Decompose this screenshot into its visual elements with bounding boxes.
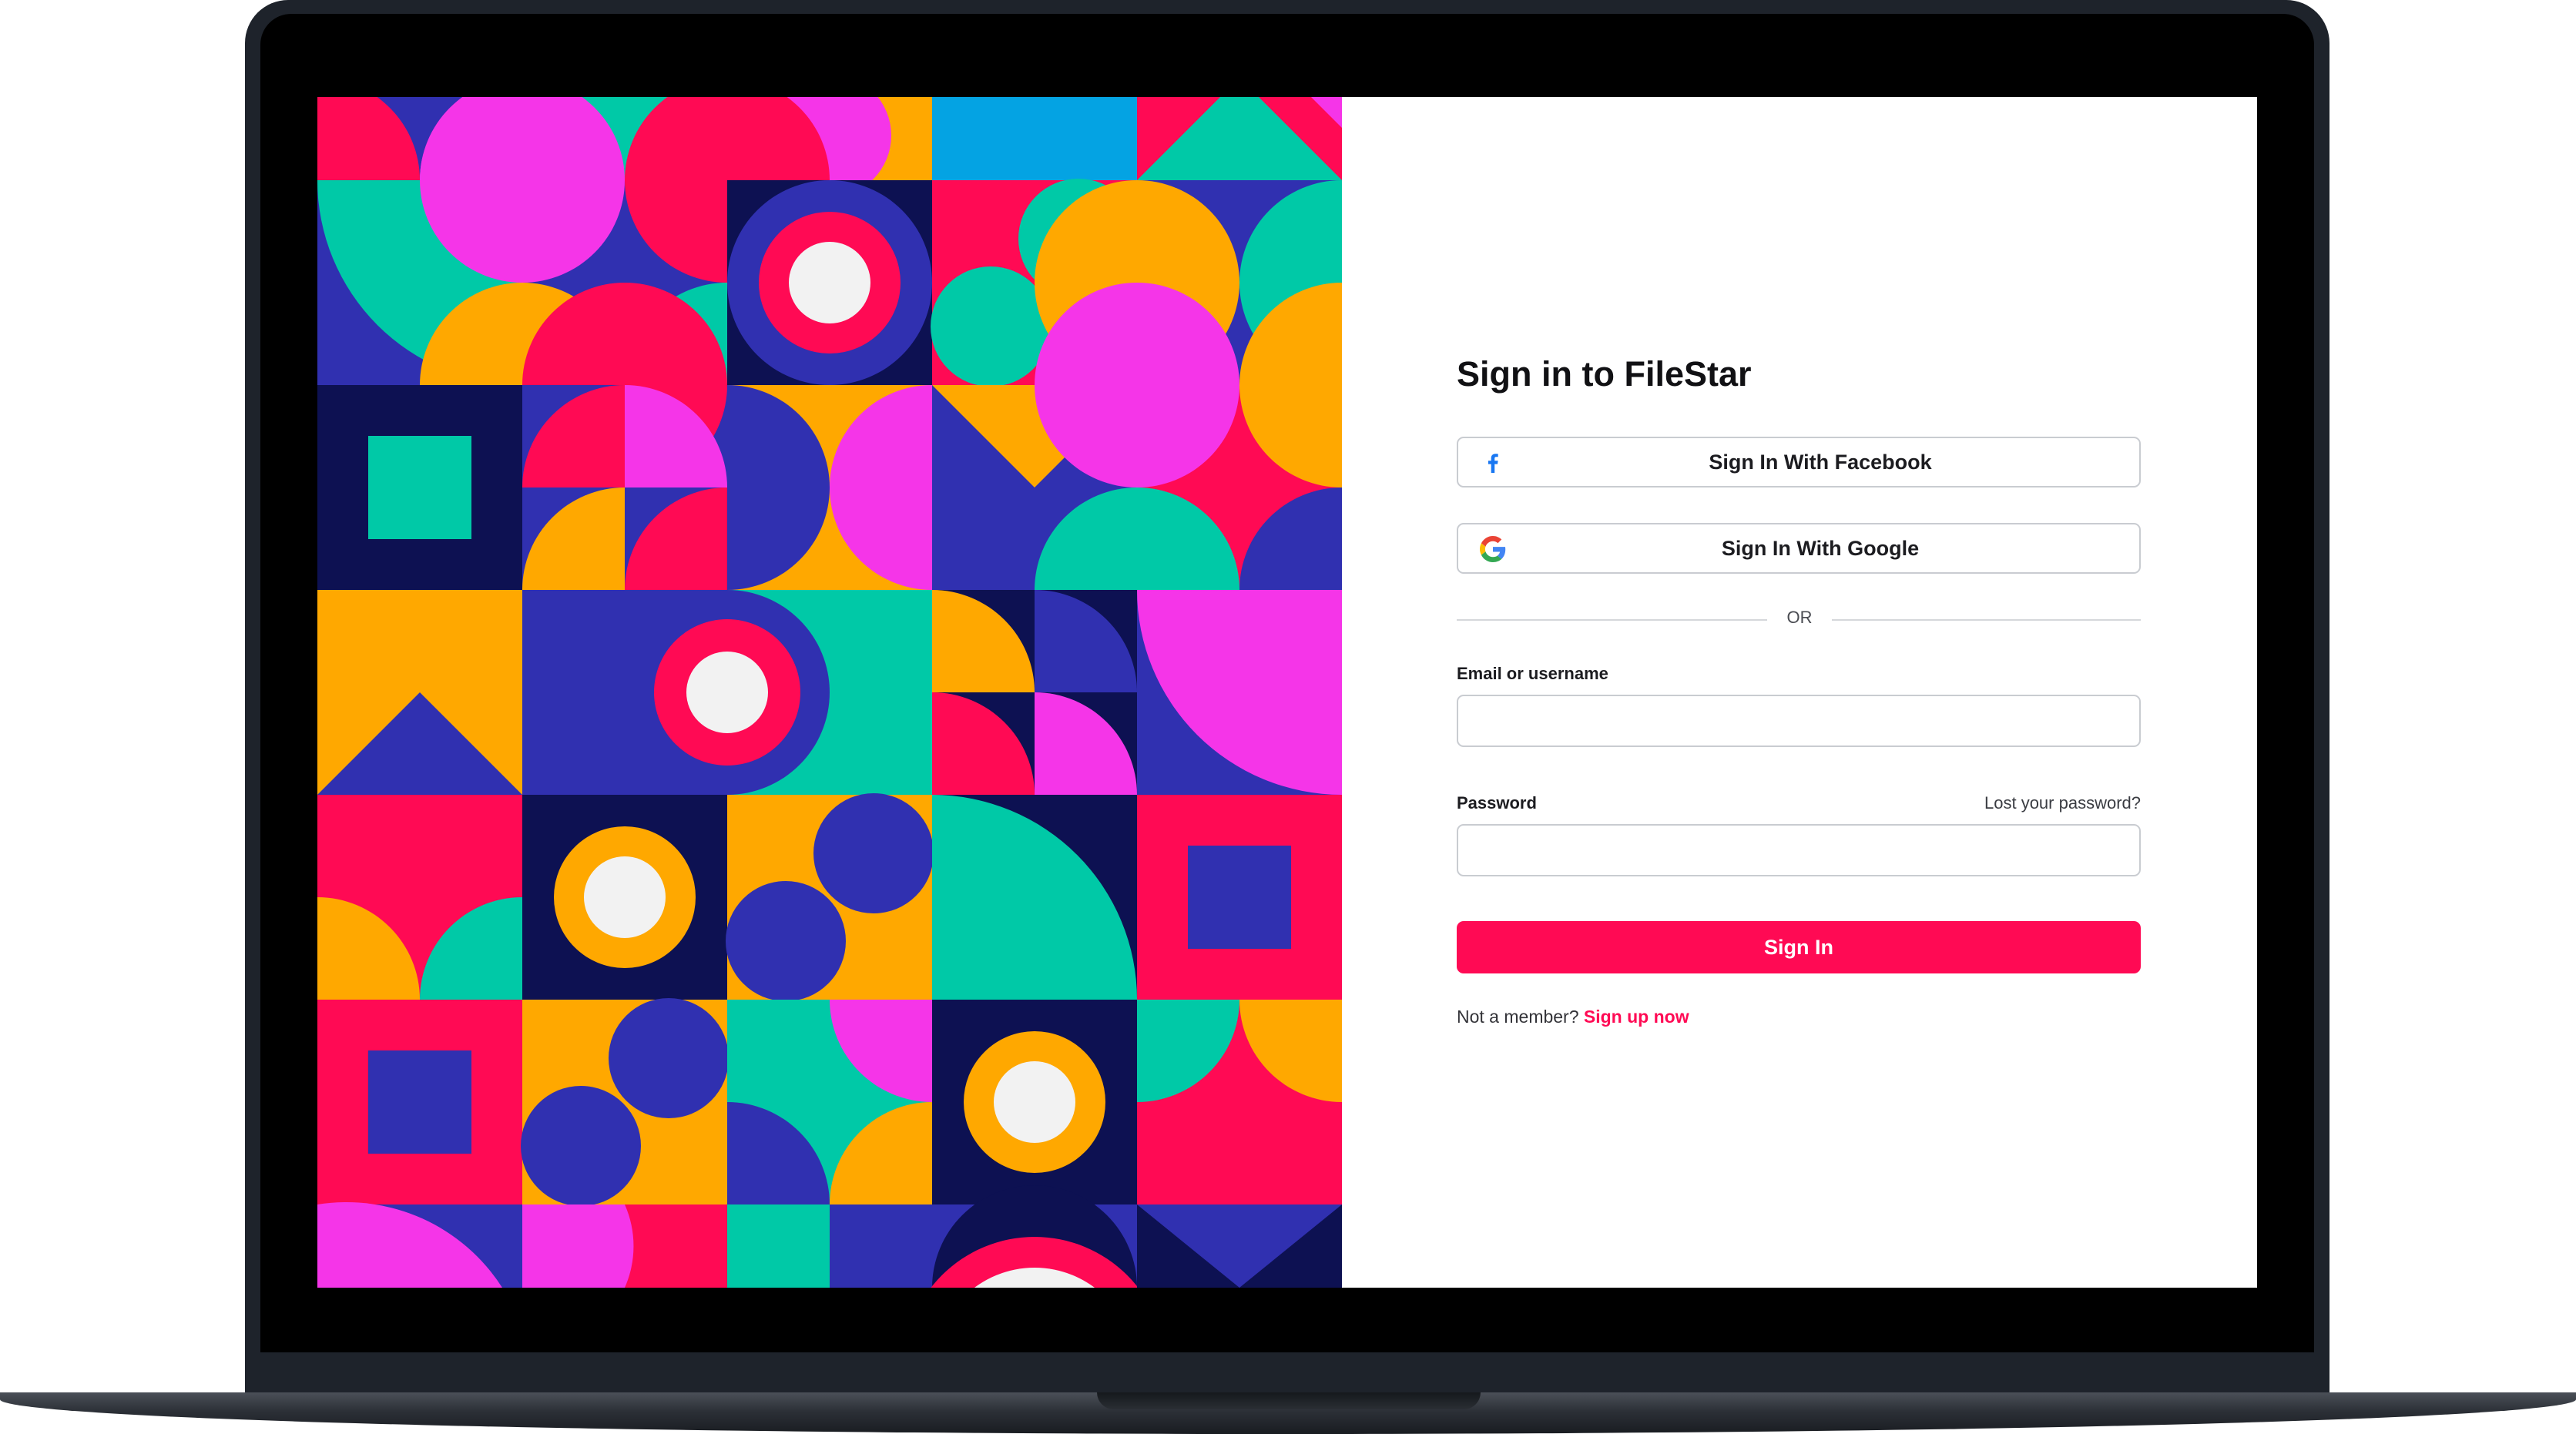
password-field[interactable] [1457, 824, 2141, 876]
password-label: Password [1457, 793, 1537, 812]
sign-in-button[interactable]: Sign In [1457, 921, 2141, 973]
facebook-signin-button[interactable]: Sign In With Facebook [1457, 437, 2141, 487]
login-panel: Sign in to FileStar Sign In With Faceboo… [1342, 97, 2257, 1288]
laptop-hinge-notch [1097, 1392, 1481, 1409]
not-member-text: Not a member? [1457, 1007, 1579, 1027]
signup-prompt: Not a member? Sign up now [1457, 1007, 1689, 1027]
facebook-button-label: Sign In With Facebook [1709, 451, 1932, 474]
divider-line-right [1832, 619, 2141, 621]
email-field[interactable] [1457, 695, 2141, 747]
divider-line-left [1457, 619, 1767, 621]
lost-password-link[interactable]: Lost your password? [1984, 793, 2141, 813]
geometric-pattern-illustration [317, 97, 1342, 1288]
page-title: Sign in to FileStar [1457, 354, 1752, 394]
google-signin-button[interactable]: Sign In With Google [1457, 523, 2141, 574]
geometric-artwork [317, 97, 1342, 1288]
sign-up-link[interactable]: Sign up now [1584, 1007, 1689, 1027]
email-label: Email or username [1457, 664, 1608, 683]
app-screen: Sign in to FileStar Sign In With Faceboo… [317, 97, 2257, 1288]
google-button-label: Sign In With Google [1721, 537, 1920, 560]
divider-or: OR [1786, 608, 1813, 627]
